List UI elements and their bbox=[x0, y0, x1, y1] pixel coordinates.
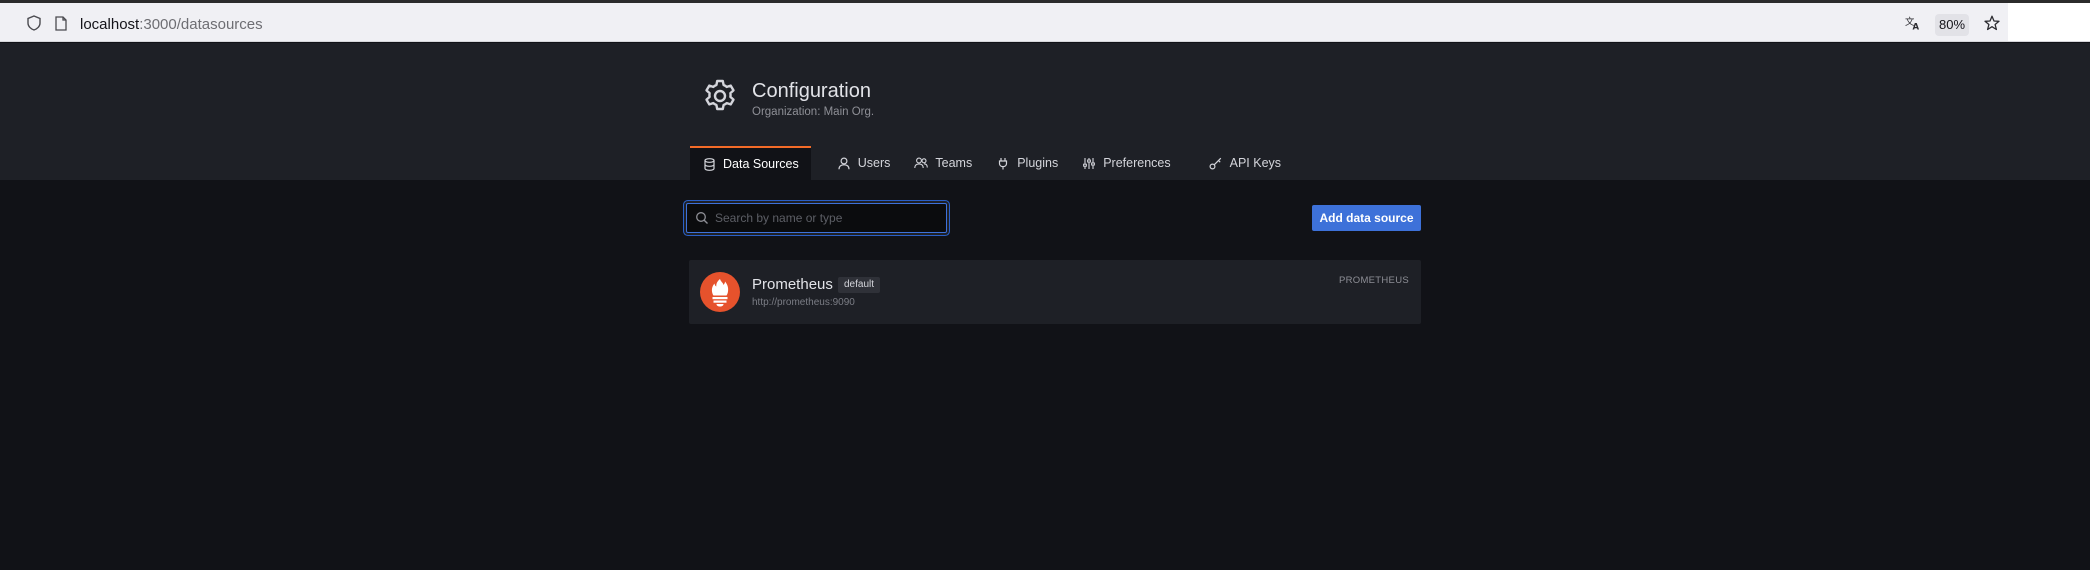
tab-label: Teams bbox=[935, 156, 973, 170]
address-bar[interactable]: localhost:3000/datasources 文A 80% bbox=[0, 3, 2008, 42]
tab-teams[interactable]: Teams bbox=[902, 146, 984, 180]
config-tabs: Data Sources Users Teams Plugins Prefere… bbox=[690, 146, 1293, 180]
key-icon bbox=[1209, 156, 1223, 170]
page-icon bbox=[53, 15, 69, 31]
search-icon bbox=[695, 211, 709, 225]
search-box[interactable] bbox=[686, 203, 947, 233]
svg-text:A: A bbox=[1913, 22, 1920, 31]
page-subtitle: Organization: Main Org. bbox=[752, 106, 875, 118]
url-text[interactable]: localhost:3000/datasources bbox=[80, 16, 263, 33]
tab-plugins[interactable]: Plugins bbox=[984, 146, 1070, 180]
tab-label: API Keys bbox=[1229, 156, 1282, 170]
gear-icon bbox=[702, 78, 738, 114]
star-icon[interactable] bbox=[1984, 15, 2000, 31]
prometheus-logo-icon bbox=[700, 272, 740, 312]
sliders-icon bbox=[1082, 156, 1096, 170]
tab-preferences[interactable]: Preferences bbox=[1070, 146, 1182, 180]
datasource-card[interactable]: Prometheus default http://prometheus:909… bbox=[689, 260, 1421, 324]
tab-users[interactable]: Users bbox=[825, 146, 903, 180]
users-icon bbox=[914, 156, 929, 170]
tab-label: Data Sources bbox=[723, 157, 799, 171]
page-title: Configuration bbox=[752, 80, 871, 102]
add-data-source-button[interactable]: Add data source bbox=[1312, 205, 1421, 231]
search-input[interactable] bbox=[715, 211, 935, 225]
tab-data-sources[interactable]: Data Sources bbox=[690, 146, 811, 180]
datasource-url: http://prometheus:9090 bbox=[752, 297, 855, 308]
url-path: :3000/datasources bbox=[139, 16, 263, 33]
database-icon bbox=[702, 157, 716, 171]
datasource-name: Prometheus bbox=[752, 276, 833, 293]
toolbar-blank-area bbox=[2008, 3, 2090, 42]
zoom-level-button[interactable]: 80% bbox=[1935, 14, 1969, 36]
default-badge: default bbox=[838, 277, 881, 293]
tab-label: Users bbox=[857, 156, 891, 170]
user-icon bbox=[837, 156, 851, 170]
tab-label: Plugins bbox=[1017, 156, 1059, 170]
url-host: localhost bbox=[80, 16, 140, 33]
plug-icon bbox=[996, 156, 1010, 170]
datasource-type: PROMETHEUS bbox=[1338, 275, 1409, 286]
translate-icon[interactable]: 文A bbox=[1905, 15, 1921, 31]
shield-icon[interactable] bbox=[26, 15, 42, 31]
tab-label: Preferences bbox=[1103, 156, 1171, 170]
tab-api-keys[interactable]: API Keys bbox=[1197, 146, 1293, 180]
